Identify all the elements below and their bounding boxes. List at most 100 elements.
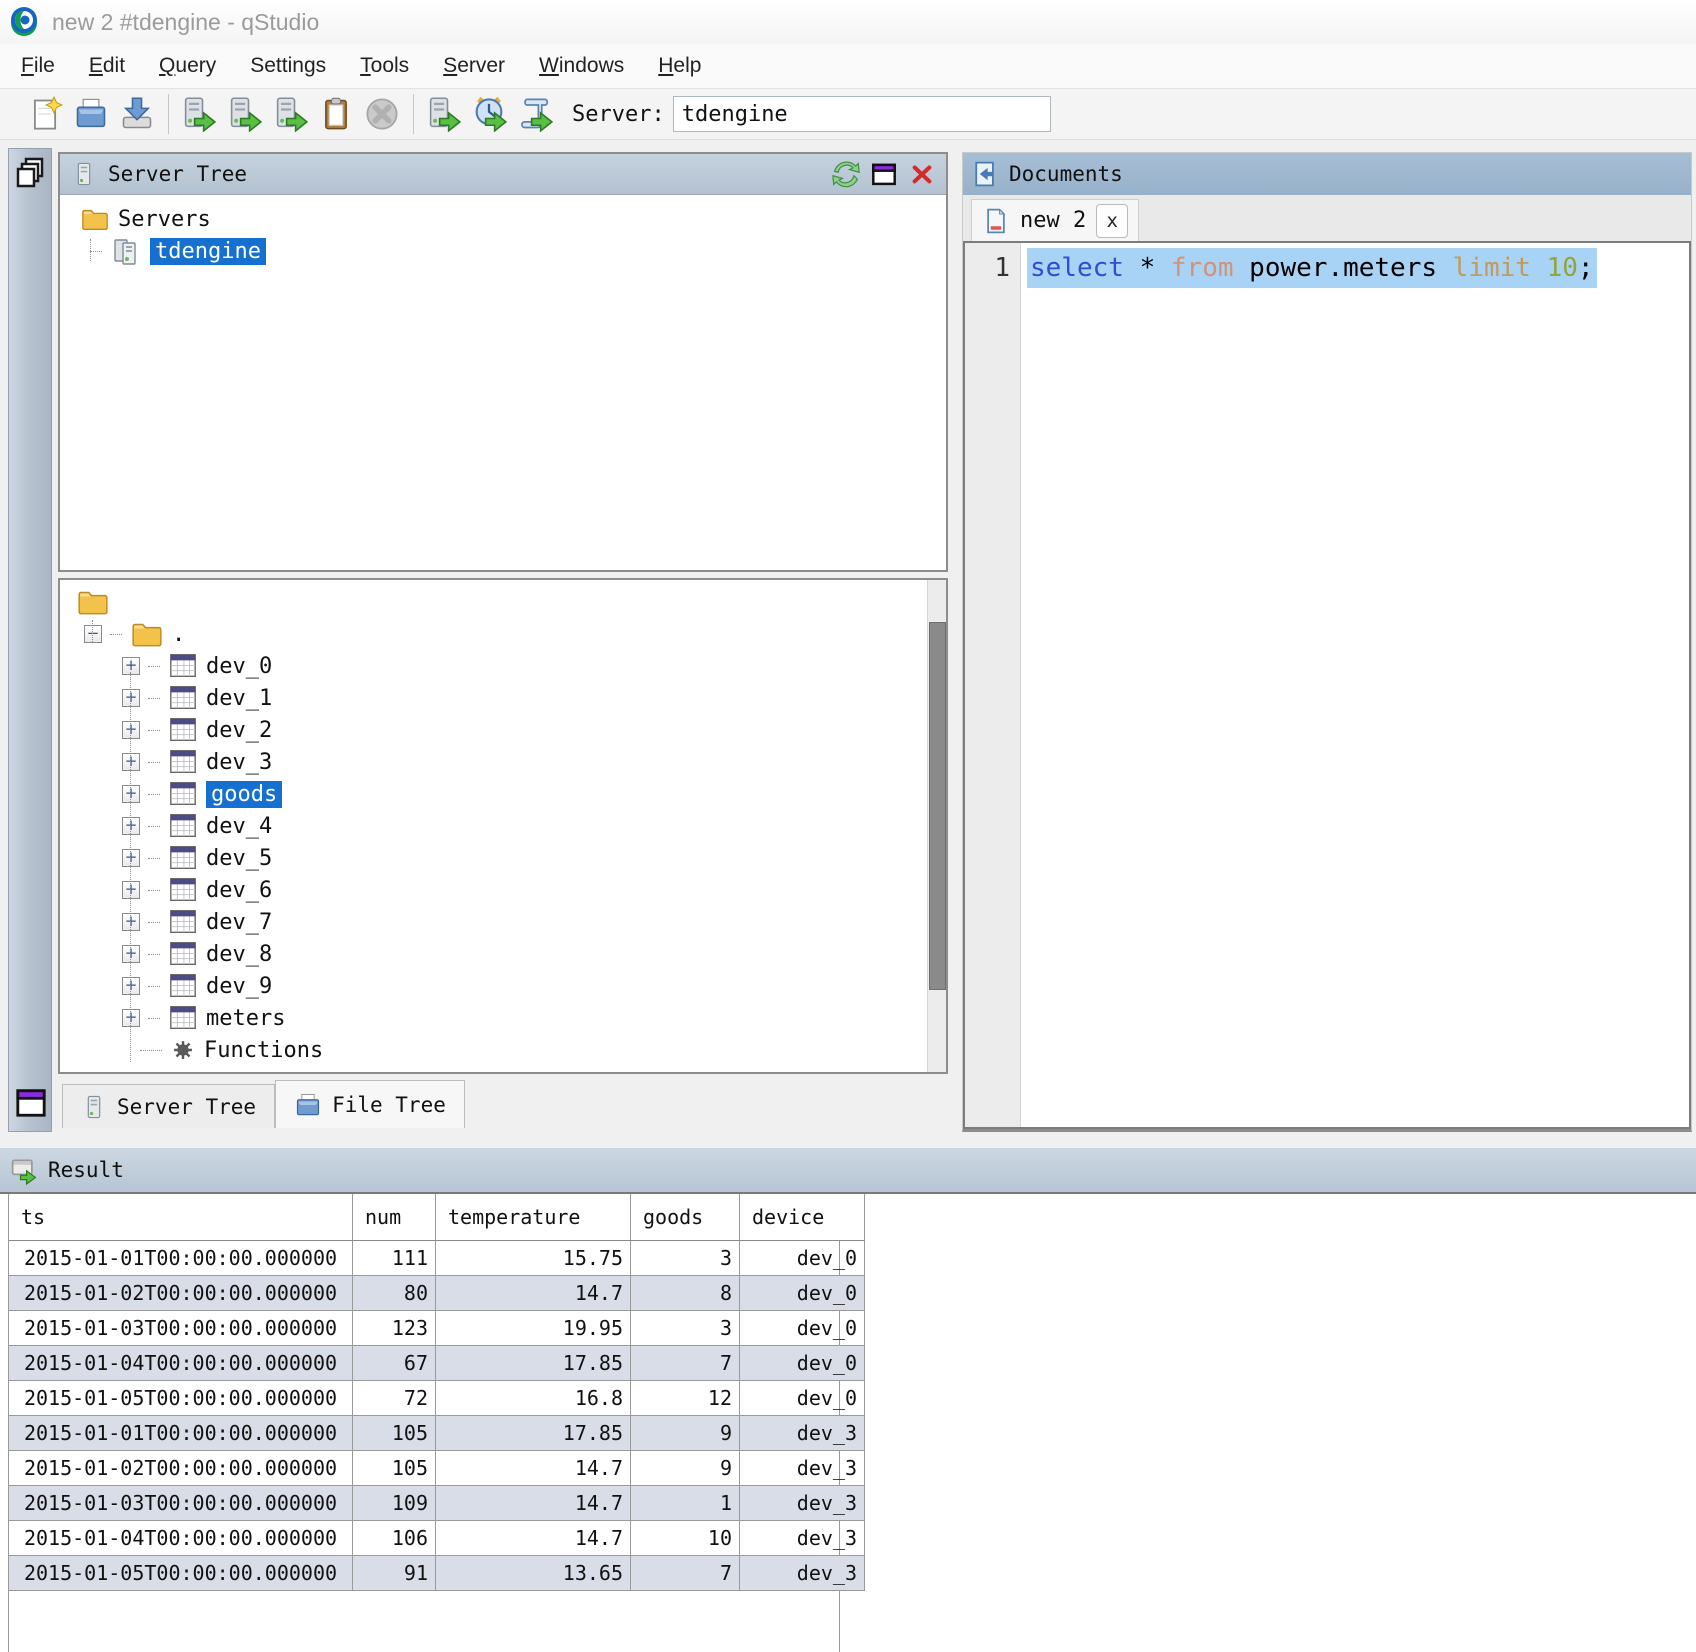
refresh-icon[interactable] [832, 160, 860, 188]
menu-windows[interactable]: Windows [522, 54, 641, 78]
tree-item-meters[interactable]: +meters [122, 1002, 946, 1034]
expand-plus-icon[interactable]: + [122, 881, 140, 899]
tab-file-tree[interactable]: File Tree [275, 1080, 465, 1128]
tree-item-dev_0[interactable]: +dev_0 [122, 650, 946, 682]
expand-plus-icon[interactable]: + [122, 785, 140, 803]
result-cell: 14.7 [436, 1451, 631, 1486]
server-selector-field[interactable] [673, 96, 1051, 132]
result-cell: 15.75 [436, 1241, 631, 1276]
result-row-2[interactable]: 2015-01-03T00:00:00.00000012319.953dev_0 [9, 1311, 865, 1346]
tree-connector [90, 251, 102, 252]
folder-icon [80, 204, 110, 234]
document-tab-new2[interactable]: new 2 x [971, 199, 1139, 241]
code-token-number: 10 [1547, 253, 1578, 283]
restore-window-icon[interactable] [13, 1087, 49, 1123]
open-file-button[interactable] [72, 95, 110, 133]
tree-item-dot-folder[interactable]: − . [84, 618, 946, 650]
column-header-num[interactable]: num [353, 1194, 436, 1241]
column-header-ts[interactable]: ts [9, 1194, 353, 1241]
result-cell: 105 [353, 1416, 436, 1451]
save-button[interactable] [118, 95, 156, 133]
expand-plus-icon[interactable]: + [122, 1009, 140, 1027]
result-row-3[interactable]: 2015-01-04T00:00:00.0000006717.857dev_0 [9, 1346, 865, 1381]
tree-item-dev_1[interactable]: +dev_1 [122, 682, 946, 714]
menu-edit[interactable]: Edit [72, 54, 142, 78]
result-cell: 7 [631, 1556, 740, 1591]
tree-item-tdengine[interactable]: tdengine [90, 235, 946, 267]
result-row-1[interactable]: 2015-01-02T00:00:00.0000008014.78dev_0 [9, 1276, 865, 1311]
code-line-1[interactable]: select * from power.meters limit 10; [1027, 243, 1597, 293]
result-row-6[interactable]: 2015-01-02T00:00:00.00000010514.79dev_3 [9, 1451, 865, 1486]
tree-item-dev_4[interactable]: +dev_4 [122, 810, 946, 842]
expand-plus-icon[interactable]: + [122, 945, 140, 963]
result-cell: 10 [631, 1521, 740, 1556]
expand-plus-icon[interactable]: + [122, 849, 140, 867]
scheduled-refresh-button[interactable] [470, 95, 508, 133]
code-token-from: from [1171, 253, 1249, 283]
menu-query[interactable]: Query [142, 54, 233, 78]
expand-plus-icon[interactable]: + [122, 721, 140, 739]
result-row-7[interactable]: 2015-01-03T00:00:00.00000010914.71dev_3 [9, 1486, 865, 1521]
result-row-5[interactable]: 2015-01-01T00:00:00.00000010517.859dev_3 [9, 1416, 865, 1451]
result-cell: 2015-01-02T00:00:00.000000 [9, 1276, 353, 1311]
documents-panel: Documents new 2 x 1 select * from power.… [962, 152, 1692, 1132]
scrollbar-thumb[interactable] [929, 622, 946, 990]
new-file-button[interactable] [26, 95, 64, 133]
column-header-goods[interactable]: goods [631, 1194, 740, 1241]
tree-item-dev_3[interactable]: +dev_3 [122, 746, 946, 778]
result-cell: dev_0 [740, 1381, 865, 1416]
send-query-server-button[interactable] [424, 95, 462, 133]
result-cell: 2015-01-03T00:00:00.000000 [9, 1486, 353, 1521]
scrollbar-track[interactable] [927, 580, 946, 1072]
sql-editor[interactable]: 1 select * from power.meters limit 10; [963, 241, 1691, 1129]
menu-settings[interactable]: Settings [233, 54, 343, 78]
tree-item-dev_6[interactable]: +dev_6 [122, 874, 946, 906]
column-header-temperature[interactable]: temperature [436, 1194, 631, 1241]
expand-plus-icon[interactable]: + [122, 817, 140, 835]
expand-plus-icon[interactable]: + [122, 657, 140, 675]
close-tab-button[interactable]: x [1096, 204, 1128, 238]
menu-server[interactable]: Server [426, 54, 522, 78]
expand-plus-icon[interactable]: + [122, 913, 140, 931]
run-script-button[interactable] [516, 95, 554, 133]
run-file-server-button[interactable] [271, 95, 309, 133]
stop-query-button [363, 95, 401, 133]
tree-item-dev_5[interactable]: +dev_5 [122, 842, 946, 874]
menu-file[interactable]: File [4, 54, 72, 78]
result-cell: 17.85 [436, 1416, 631, 1451]
run-query-server-button[interactable] [179, 95, 217, 133]
menu-tools[interactable]: Tools [343, 54, 426, 78]
tree-connector [148, 922, 160, 923]
menu-help[interactable]: Help [641, 54, 718, 78]
tree-item-dev_2[interactable]: +dev_2 [122, 714, 946, 746]
expand-plus-icon[interactable]: + [122, 689, 140, 707]
tree-item-dev_7[interactable]: +dev_7 [122, 906, 946, 938]
editor-gutter: 1 [965, 243, 1021, 1127]
result-cell: 105 [353, 1451, 436, 1486]
result-row-9[interactable]: 2015-01-05T00:00:00.0000009113.657dev_3 [9, 1556, 865, 1591]
column-header-device[interactable]: device [740, 1194, 865, 1241]
collapse-minus-icon[interactable]: − [84, 625, 102, 643]
tree-item-dev_9[interactable]: +dev_9 [122, 970, 946, 1002]
tree-connector [148, 666, 160, 667]
paste-clipboard-button[interactable] [317, 95, 355, 133]
tree-item-dev_8[interactable]: +dev_8 [122, 938, 946, 970]
tree-root-folder[interactable] [76, 586, 946, 618]
close-panel-icon[interactable] [908, 160, 936, 188]
panel-tab-bar: Server Tree File Tree [56, 1078, 950, 1128]
expand-plus-icon[interactable]: + [122, 977, 140, 995]
maximize-panel-icon[interactable] [870, 160, 898, 188]
expand-plus-icon[interactable]: + [122, 753, 140, 771]
result-row-0[interactable]: 2015-01-01T00:00:00.00000011115.753dev_0 [9, 1241, 865, 1276]
result-cell: dev_3 [740, 1556, 865, 1591]
result-cell: 2015-01-02T00:00:00.000000 [9, 1451, 353, 1486]
result-cell: 123 [353, 1311, 436, 1346]
tree-item-goods[interactable]: +goods [122, 778, 946, 810]
stacked-windows-icon[interactable] [14, 155, 48, 193]
tab-server-tree[interactable]: Server Tree [62, 1084, 275, 1128]
result-row-4[interactable]: 2015-01-05T00:00:00.0000007216.812dev_0 [9, 1381, 865, 1416]
result-row-8[interactable]: 2015-01-04T00:00:00.00000010614.710dev_3 [9, 1521, 865, 1556]
tree-item-functions[interactable]: Functions [140, 1034, 946, 1066]
tree-item-servers[interactable]: Servers [80, 203, 946, 235]
run-line-server-button[interactable] [225, 95, 263, 133]
